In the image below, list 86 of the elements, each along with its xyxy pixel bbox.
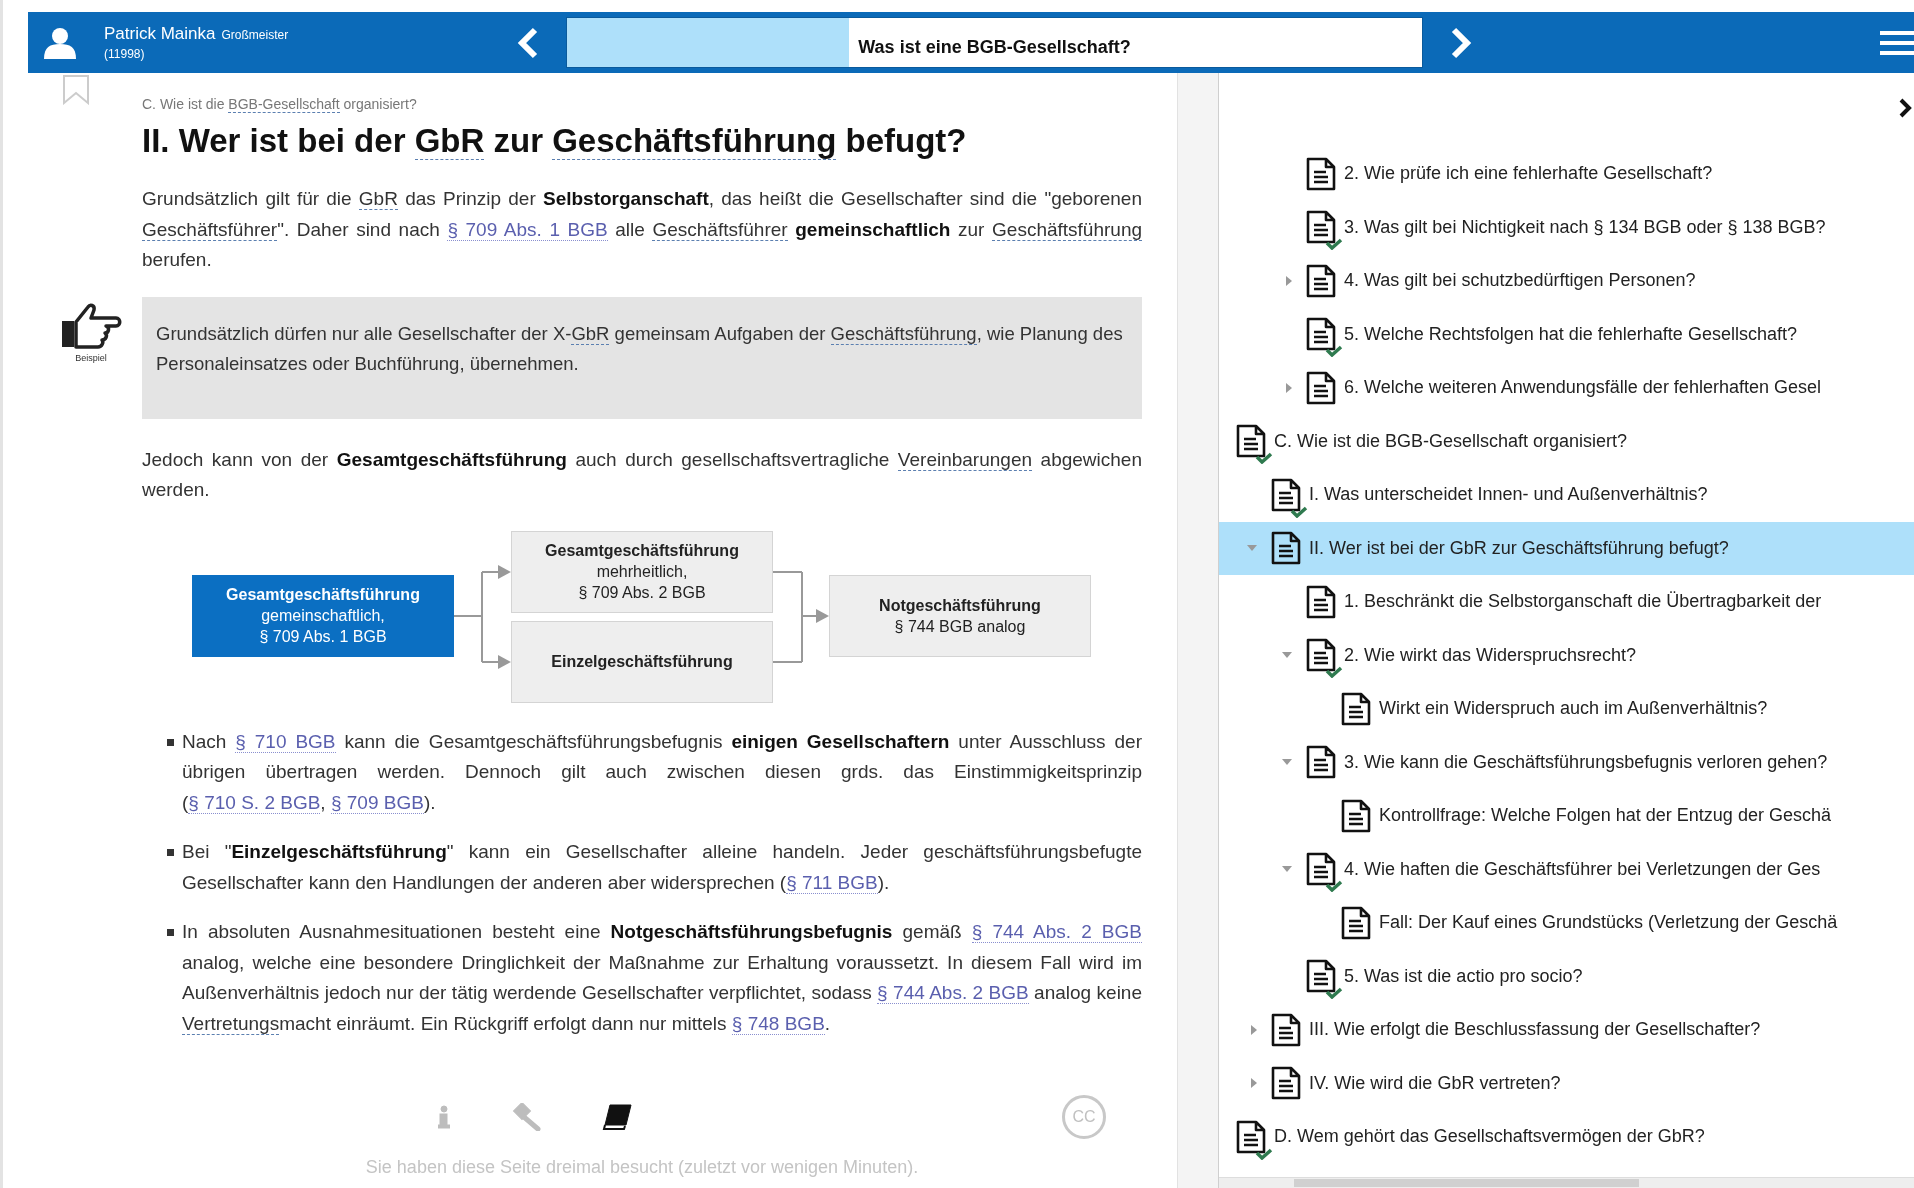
user-rank: Großmeister: [221, 28, 289, 42]
chevron-right-icon: [1449, 26, 1473, 59]
caret-down-icon[interactable]: [1247, 545, 1257, 552]
outline-item[interactable]: III. Wie erfolgt die Beschlussfassung der Gesellschafter?: [1219, 1003, 1914, 1057]
document-icon: [1306, 370, 1336, 405]
document-icon: [1271, 1066, 1301, 1101]
info-icon[interactable]: [438, 1105, 450, 1129]
document-icon: [1306, 584, 1336, 619]
chevron-left-icon: [516, 26, 540, 59]
outline-item[interactable]: C. Wie ist die BGB-Gesellschaft organisiert?: [1219, 414, 1914, 468]
paragraph: Grundsätzlich gilt für die GbR das Prinzip der Selbstorganschaft, das heißt die Gesellschafter sind die "geborenen Geschäftsführer". Daher sind nach § 709 Abs. 1 BGB alle Geschäftsführer gemeinschaftlich zur Geschäftsführung berufen.: [142, 187, 1142, 272]
book-icon[interactable]: [602, 1104, 632, 1130]
document-icon: [1306, 317, 1336, 352]
menu-icon[interactable]: [1880, 28, 1914, 57]
bullet-text: Bei "Einzelgeschäftsführung" kann ein Gesellschafter alleine handeln. Jeder geschäftsführungsbefugte Gesellschafter kann den Handlungen der anderen aber widersprechen (§ 711 BGB).: [182, 840, 1142, 896]
bookmark-icon[interactable]: [61, 75, 91, 105]
caret-right-icon[interactable]: [1251, 1024, 1257, 1035]
caret-right-icon[interactable]: [1251, 1078, 1257, 1089]
document-icon: [1341, 798, 1371, 833]
outline-item[interactable]: 5. Was ist die actio pro socio?: [1219, 949, 1914, 1003]
user-points: (11998): [104, 47, 146, 61]
document-icon: [1306, 210, 1336, 245]
chapter-title: Was ist eine BGB-Gesellschaft?: [858, 37, 1131, 58]
outline-item[interactable]: 3. Wie kann die Geschäftsführungsbefugnis verloren gehen?: [1219, 735, 1914, 789]
user-avatar-icon: [42, 26, 78, 59]
outline-item[interactable]: 6. Welche weiteren Anwendungsfälle der fehlerhaften Gesel: [1219, 361, 1914, 415]
bullet-icon: [167, 929, 174, 936]
outline-item[interactable]: Fall: Der Kauf eines Grundstücks (Verletzung der Geschä: [1219, 896, 1914, 950]
outline-item[interactable]: Kontrollfrage: Welche Folgen hat der Entzug der Geschä: [1219, 789, 1914, 843]
page-heading: II. Wer ist bei der GbR zur Geschäftsführung befugt?: [142, 122, 968, 160]
outline-item[interactable]: D. Wem gehört das Gesellschaftsvermögen der GbR?: [1219, 1110, 1914, 1164]
law-link[interactable]: § 709 BGB: [330, 791, 424, 814]
law-link[interactable]: § 748 BGB: [731, 1012, 825, 1035]
document-icon: [1271, 1012, 1301, 1047]
document-icon: [1236, 424, 1266, 459]
bullet-icon: [167, 849, 174, 856]
document-icon: [1306, 156, 1336, 191]
document-icon: [1236, 1119, 1266, 1154]
document-icon: [1341, 905, 1371, 940]
document-icon: [1306, 263, 1336, 298]
gavel-icon[interactable]: [510, 1103, 542, 1131]
document-icon: [1306, 638, 1336, 673]
outline-item[interactable]: 2. Wie prüfe ich eine fehlerhafte Gesellschaft?: [1219, 147, 1914, 201]
diagram-node: Gesamtgeschäftsführung mehrheitlich, § 709 Abs. 2 BGB: [511, 530, 773, 613]
bullet-text: Nach § 710 BGB kann die Gesamtgeschäftsführungsbefugnis einigen Gesellschaftern unter Ausschluss der übrigen übertragen werden. Dennoch gilt auch zwischen diesen grds. das Einstimmigkeitsprinzip (§ 710 S. 2 BGB, § 709 BGB).: [182, 729, 1142, 816]
outline-item[interactable]: 5. Welche Rechtsfolgen hat die fehlerhafte Gesellschaft?: [1219, 307, 1914, 361]
law-link[interactable]: § 744 Abs. 2 BGB: [877, 982, 1029, 1004]
law-link[interactable]: § 710 S. 2 BGB: [188, 791, 321, 814]
outline-item[interactable]: 3. Was gilt bei Nichtigkeit nach § 134 BGB oder § 138 BGB?: [1219, 200, 1914, 254]
example-box: Grundsätzlich dürfen nur alle Gesellschafter der X-GbR gemeinsam Aufgaben der Geschäftsführung, wie Planung des Personaleinsatzes oder Buchführung, übernehmen.: [142, 296, 1142, 419]
chevron-icon[interactable]: [1898, 97, 1912, 119]
user-name: Patrick Mainka: [104, 24, 216, 44]
horizontal-scrollbar[interactable]: [1219, 1177, 1914, 1188]
outline-item[interactable]: 4. Wie haften die Geschäftsführer bei Verletzungen der Ges: [1219, 842, 1914, 896]
document-icon: [1306, 852, 1336, 887]
outline-item[interactable]: I. Was unterscheidet Innen- und Außenverhältnis?: [1219, 468, 1914, 522]
caret-down-icon[interactable]: [1282, 866, 1292, 873]
law-link[interactable]: § 711 BGB: [786, 871, 878, 894]
document-icon: [1306, 959, 1336, 994]
diagram-node: Gesamtgeschäftsführung gemeinschaftlich, § 709 Abs. 1 BGB: [192, 574, 454, 657]
document-icon: [1271, 477, 1301, 512]
caret-down-icon[interactable]: [1282, 652, 1292, 659]
outline-item[interactable]: Wirkt ein Widerspruch auch im Außenverhältnis?: [1219, 682, 1914, 736]
caret-right-icon[interactable]: [1286, 275, 1292, 286]
paragraph: Jedoch kann von der Gesamtgeschäftsführung auch durch gesellschaftsvertragliche Vereinbarungen abgewichen werden.: [142, 447, 1142, 502]
visit-note: Sie haben diese Seite dreimal besucht (zuletzt vor wenigen Minuten).: [364, 1157, 920, 1178]
splitter-bar[interactable]: [1177, 73, 1219, 1188]
diagram-node: Einzelgeschäftsführung: [511, 620, 773, 703]
example-label: Beispiel: [75, 352, 107, 363]
bullet-icon: [167, 738, 174, 746]
diagram-node: Notgeschäftsführung § 744 BGB analog: [829, 574, 1091, 657]
outline-item[interactable]: IV. Wie wird die GbR vertreten?: [1219, 1056, 1914, 1110]
law-link[interactable]: § 709 Abs. 1 BGB: [447, 218, 608, 241]
caret-right-icon[interactable]: [1286, 382, 1292, 393]
document-icon: [1271, 531, 1301, 566]
document-icon: [1306, 745, 1336, 780]
outline-item[interactable]: 2. Wie wirkt das Widerspruchsrecht?: [1219, 628, 1914, 682]
outline-item[interactable]: 1. Beschränkt die Selbstorganschaft die Übertragbarkeit der: [1219, 575, 1914, 629]
document-icon: [1341, 691, 1371, 726]
law-link[interactable]: § 744 Abs. 2 BGB: [971, 921, 1142, 943]
breadcrumb[interactable]: C. Wie ist die BGB-Gesellschaft organisiert?: [142, 96, 1142, 112]
outline-item[interactable]: II. Wer ist bei der GbR zur Geschäftsführung befugt?: [1219, 521, 1914, 575]
outline-item[interactable]: 4. Was gilt bei schutzbedürftigen Personen?: [1219, 254, 1914, 308]
bullet-text: In absoluten Ausnahmesituationen besteht eine Notgeschäftsführungsbefugnis gemäß § 744 Abs. 2 BGB analog, welche eine besondere Dringlichkeit der Maßnahme zur Erhaltung voraussetzt. In diesem Fall wird im Außenverhältnis jedoch nur der tätig werdende Gesellschafter verpflichtet, sodass § 744 Abs. 2 BGB analog keine Vertretungsmacht einräumt. Ein Rückgriff erfolgt dann nur mittels § 748 BGB.: [182, 920, 1142, 1037]
caret-down-icon[interactable]: [1282, 759, 1292, 766]
law-link[interactable]: § 710 BGB: [235, 730, 336, 753]
